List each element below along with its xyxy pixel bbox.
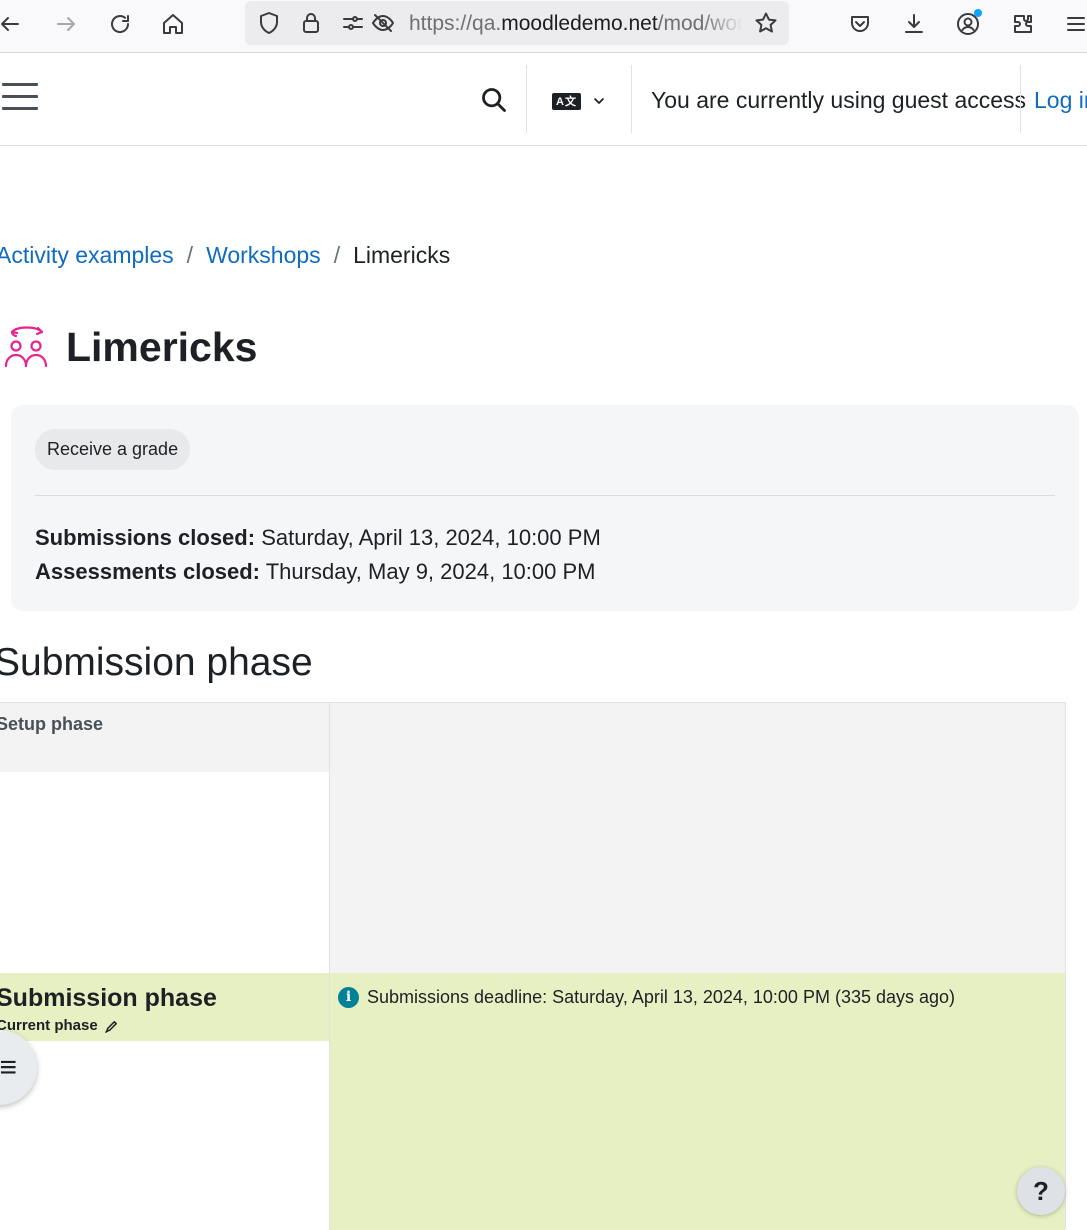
breadcrumb-separator: / — [186, 242, 194, 268]
section-heading: Submission phase — [0, 641, 313, 684]
back-icon[interactable] — [0, 8, 26, 40]
download-icon[interactable] — [898, 8, 930, 40]
login-link[interactable]: Log in — [1034, 86, 1087, 114]
table-column-divider — [329, 703, 330, 1230]
camera-blocked-icon[interactable] — [367, 7, 399, 39]
workshop-phase-table: Setup phase Submission phase Current pha… — [0, 702, 1066, 1230]
account-icon[interactable] — [952, 8, 984, 40]
assessments-closed-value: Thursday, May 9, 2024, 10:00 PM — [265, 559, 596, 584]
extensions-icon[interactable] — [1007, 8, 1039, 40]
lock-icon[interactable] — [295, 7, 327, 39]
url-text[interactable]: https://qa.moodledemo.net/mod/workshop/v… — [409, 12, 743, 36]
assessments-closed-line: Assessments closed: Thursday, May 9, 202… — [35, 558, 595, 586]
hamburger-menu-icon[interactable] — [2, 83, 40, 115]
submission-phase-title: Submission phase — [0, 984, 217, 1012]
home-icon[interactable] — [157, 8, 189, 40]
activity-info-card: Receive a grade Submissions closed: Satu… — [11, 405, 1079, 611]
navbar-divider — [526, 65, 527, 133]
browser-toolbar: https://qa.moodledemo.net/mod/workshop/v… — [0, 0, 1087, 53]
submissions-deadline-text: Submissions deadline: Saturday, April 13… — [367, 987, 956, 1007]
setup-phase-header[interactable]: Setup phase — [0, 703, 329, 772]
submissions-closed-value: Saturday, April 13, 2024, 10:00 PM — [261, 525, 601, 550]
card-divider — [35, 495, 1055, 496]
help-button[interactable]: ? — [1017, 1167, 1065, 1215]
search-icon[interactable] — [480, 86, 508, 114]
pocket-icon[interactable] — [844, 8, 876, 40]
current-phase-indicator: Current phase — [0, 1017, 119, 1035]
language-icon: A文 — [552, 92, 581, 110]
submissions-closed-label: Submissions closed: — [35, 525, 256, 550]
chevron-down-icon — [594, 98, 604, 104]
submission-phase-content: i Submissions deadline: Saturday, April … — [330, 973, 1065, 1230]
site-navbar: A文 You are currently using guest access … — [0, 53, 1087, 146]
info-icon: i — [338, 986, 359, 1008]
app-menu-icon[interactable] — [1060, 8, 1087, 40]
completion-requirement-badge: Receive a grade — [35, 429, 191, 470]
workshop-icon — [4, 326, 48, 368]
assessments-closed-label: Assessments closed: — [35, 559, 260, 584]
page-title: Limericks — [66, 324, 258, 370]
tracking-shield-icon[interactable] — [253, 7, 285, 39]
submissions-closed-line: Submissions closed: Saturday, April 13, … — [35, 524, 601, 552]
language-menu[interactable]: A文 — [552, 89, 607, 113]
setup-phase-title: Setup phase — [0, 714, 104, 734]
breadcrumb-current: Limericks — [353, 242, 451, 268]
bookmark-star-icon[interactable] — [750, 7, 782, 39]
navbar-divider — [631, 65, 632, 133]
guest-access-text: You are currently using guest access — [651, 87, 1027, 113]
setup-phase-content — [330, 703, 1065, 974]
navbar-divider — [1020, 65, 1021, 133]
breadcrumb-link-activity-examples[interactable]: Activity examples — [0, 240, 174, 270]
breadcrumb: Activity examples / Workshops / Limerick… — [0, 240, 450, 270]
reload-icon[interactable] — [104, 8, 136, 40]
drawer-menu-icon: ≡ — [0, 1050, 17, 1084]
page-header: Limericks — [2, 322, 257, 372]
pen-icon — [104, 1020, 117, 1033]
submission-phase-header[interactable]: Submission phase Current phase — [0, 973, 329, 1041]
breadcrumb-separator: / — [333, 242, 341, 268]
permissions-icon[interactable] — [337, 7, 369, 39]
notification-dot — [974, 9, 982, 17]
forward-icon[interactable] — [50, 8, 82, 40]
submissions-deadline-item: i Submissions deadline: Saturday, April … — [338, 985, 955, 1009]
address-bar[interactable]: https://qa.moodledemo.net/mod/workshop/v… — [245, 1, 789, 45]
breadcrumb-link-workshops[interactable]: Workshops — [206, 240, 321, 270]
